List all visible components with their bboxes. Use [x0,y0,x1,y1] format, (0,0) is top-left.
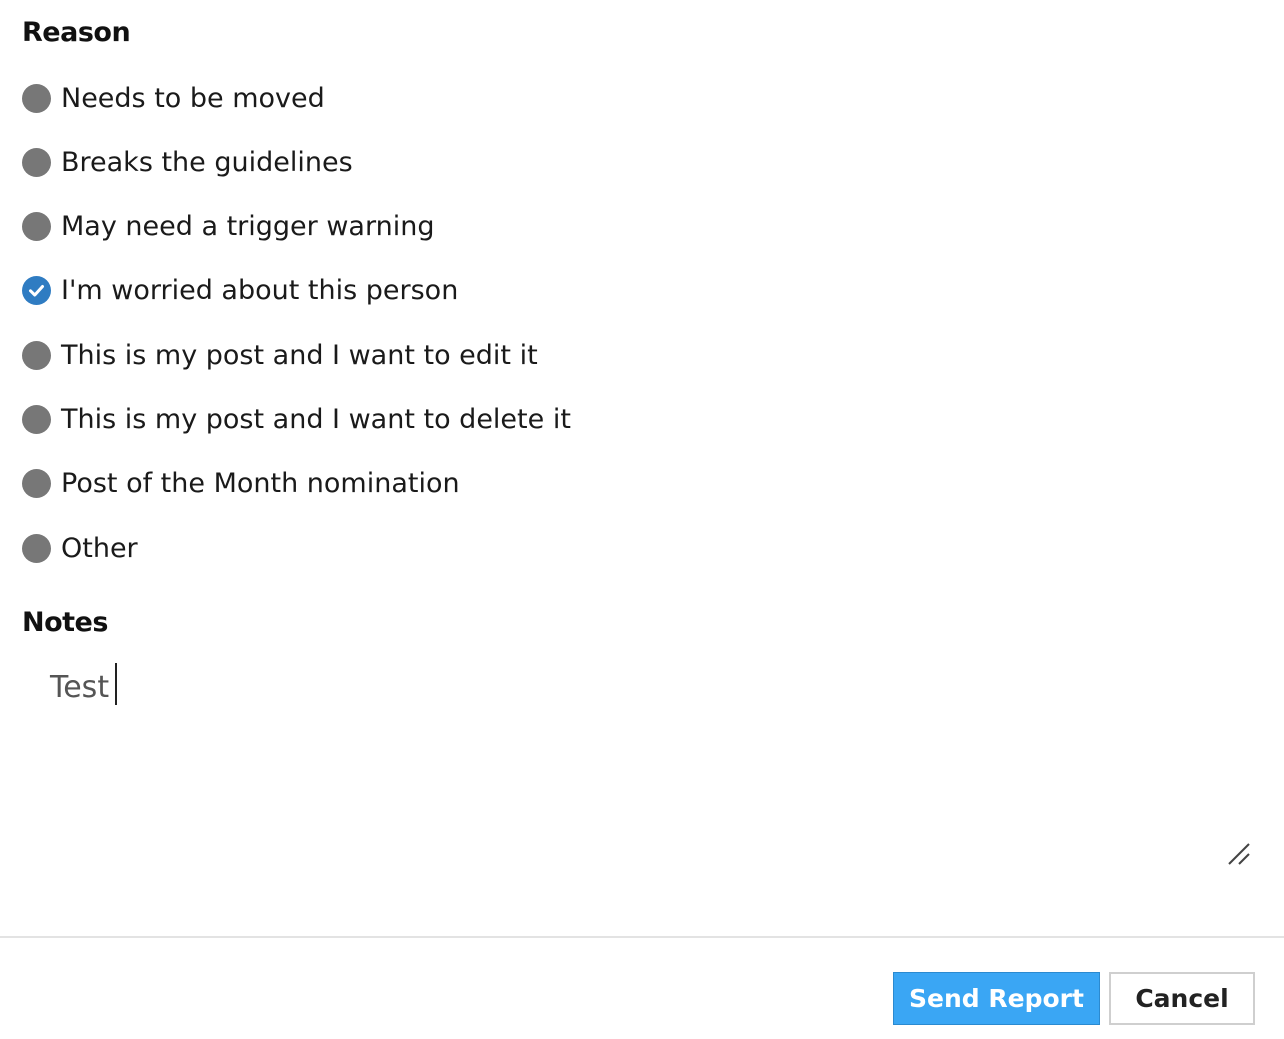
notes-text: Test [50,663,118,705]
reason-option-label: This is my post and I want to delete it [61,403,571,435]
report-dialog: Reason Needs to be moved Breaks the guid… [0,0,1284,1039]
reason-option-label: Other [61,532,138,564]
text-caret [115,663,118,705]
send-report-button[interactable]: Send Report [893,972,1100,1025]
cancel-button[interactable]: Cancel [1109,972,1255,1025]
notes-heading: Notes [22,607,108,638]
reason-option-label: May need a trigger warning [61,211,435,243]
reason-heading: Reason [22,17,131,48]
footer-divider [0,936,1284,938]
reason-option-other[interactable]: Other [22,528,571,568]
radio-checked-icon[interactable] [22,276,51,306]
reason-option-label: Breaks the guidelines [61,146,353,178]
reason-option-label: Post of the Month nomination [61,468,460,500]
radio-icon[interactable] [22,83,51,113]
radio-icon[interactable] [22,212,51,242]
resize-handle-icon[interactable] [1227,840,1253,866]
reason-option-label: I'm worried about this person [61,275,459,307]
reason-option-post-of-month[interactable]: Post of the Month nomination [22,464,571,504]
checkmark-icon [29,285,44,297]
radio-icon[interactable] [22,469,51,499]
radio-icon[interactable] [22,147,51,177]
reason-option-label: This is my post and I want to edit it [61,339,538,371]
radio-icon[interactable] [22,404,51,434]
reason-option-delete-post[interactable]: This is my post and I want to delete it [22,399,571,439]
reason-option-edit-post[interactable]: This is my post and I want to edit it [22,335,571,375]
notes-value: Test [50,670,110,705]
reason-option-label: Needs to be moved [61,82,325,114]
reason-option-needs-moved[interactable]: Needs to be moved [22,78,571,118]
reason-option-worried[interactable]: I'm worried about this person [22,271,571,311]
notes-textarea[interactable]: Test [30,655,1258,875]
radio-icon[interactable] [22,340,51,370]
reason-options: Needs to be moved Breaks the guidelines … [22,78,571,592]
reason-option-trigger-warning[interactable]: May need a trigger warning [22,207,571,247]
radio-icon[interactable] [22,533,51,563]
reason-option-breaks-guidelines[interactable]: Breaks the guidelines [22,142,571,182]
